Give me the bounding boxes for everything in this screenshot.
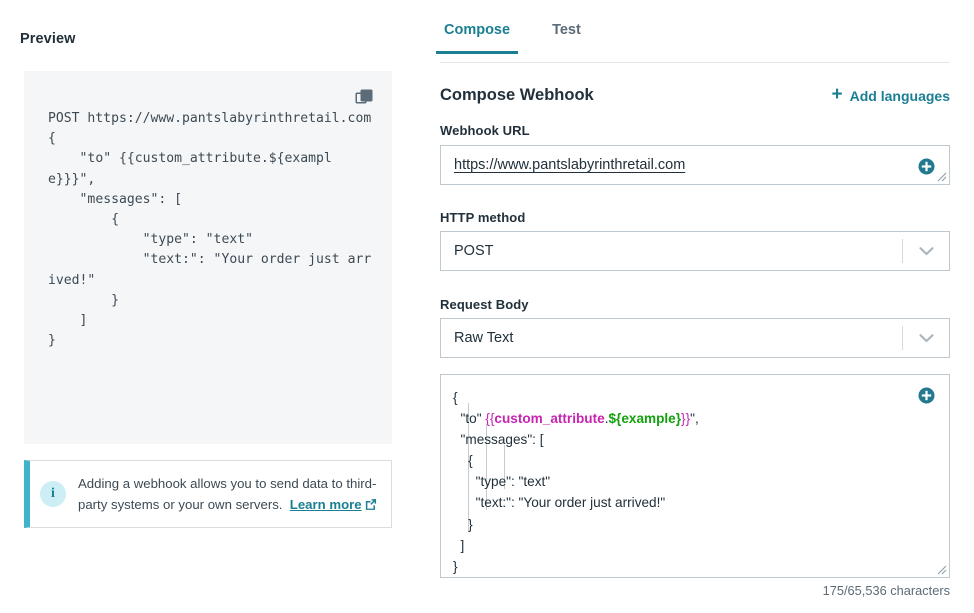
code-token: "type": "text" — [453, 474, 551, 490]
copy-icon[interactable] — [354, 87, 376, 109]
code-line: ] — [453, 535, 699, 556]
info-icon: i — [40, 481, 66, 507]
resize-handle[interactable] — [937, 172, 947, 182]
code-line: { — [453, 387, 699, 408]
info-callout: i Adding a webhook allows you to send da… — [24, 460, 392, 528]
code-token: } — [453, 516, 473, 532]
add-languages-label: Add languages — [849, 87, 950, 104]
info-icon-glyph: i — [51, 486, 55, 501]
request-body-value: Raw Text — [454, 330, 514, 346]
code-token: "to" — [453, 411, 486, 427]
code-line: } — [453, 514, 699, 535]
preview-code-box: POST https://www.pantslabyrinthretail.co… — [24, 71, 392, 444]
compose-header: Compose Webhook + Add languages — [440, 84, 950, 105]
code-line: "to" {{custom_attribute.${example}}}", — [453, 408, 699, 429]
request-body-code: { "to" {{custom_attribute.${example}}}",… — [453, 387, 699, 577]
request-body-select[interactable]: Raw Text — [440, 318, 950, 358]
chevron-down-icon[interactable] — [903, 246, 949, 256]
preview-code-text: POST https://www.pantslabyrinthretail.co… — [48, 111, 372, 349]
code-token: "text:": "Your order just arrived!" — [453, 495, 666, 511]
code-token: ] — [453, 537, 465, 553]
code-token: { — [453, 390, 458, 405]
webhook-url-input[interactable]: https://www.pantslabyrinthretail.com — [440, 145, 950, 185]
learn-more-link[interactable]: Learn more — [290, 497, 377, 512]
code-token: custom_attribute — [494, 411, 605, 427]
http-method-label: HTTP method — [440, 210, 526, 225]
character-counter: 175/65,536 characters — [822, 583, 950, 598]
tab-test[interactable]: Test — [548, 22, 585, 52]
tab-compose[interactable]: Compose — [435, 22, 519, 54]
http-method-select[interactable]: POST — [440, 231, 950, 271]
resize-handle[interactable] — [937, 565, 947, 575]
code-line: } — [453, 556, 699, 577]
code-token: ", — [690, 411, 699, 427]
code-line: "text:": "Your order just arrived!" — [453, 492, 699, 513]
http-method-value: POST — [454, 243, 494, 259]
request-body-editor[interactable]: { "to" {{custom_attribute.${example}}}",… — [440, 374, 950, 578]
compose-title: Compose Webhook — [440, 86, 594, 104]
chevron-down-icon[interactable] — [903, 333, 949, 343]
code-token: "messages": [ — [453, 432, 544, 448]
code-line: "type": "text" — [453, 471, 699, 492]
code-token: }} — [681, 411, 691, 427]
tab-bar: Compose Test — [435, 22, 950, 63]
info-callout-text: Adding a webhook allows you to send data… — [78, 473, 377, 515]
compose-pane: Compose Test Compose Webhook + Add langu… — [435, 0, 950, 613]
plus-icon: + — [831, 84, 843, 105]
code-token: ${example} — [608, 411, 682, 427]
add-languages-button[interactable]: + Add languages — [831, 84, 950, 105]
code-line: "messages": [ — [453, 429, 699, 450]
webhook-url-value: https://www.pantslabyrinthretail.com — [454, 157, 686, 173]
code-token: } — [453, 558, 458, 574]
webhook-url-label: Webhook URL — [440, 123, 530, 138]
code-line: { — [453, 450, 699, 471]
preview-pane: Preview POST https://www.pantslabyrinthr… — [0, 0, 420, 613]
learn-more-label: Learn more — [289, 497, 362, 512]
circle-plus-icon[interactable] — [918, 387, 935, 404]
circle-plus-icon[interactable] — [918, 158, 935, 175]
external-link-icon — [365, 499, 376, 510]
request-body-label: Request Body — [440, 297, 529, 312]
code-token: { — [453, 453, 473, 469]
page-title: Preview — [20, 31, 76, 47]
